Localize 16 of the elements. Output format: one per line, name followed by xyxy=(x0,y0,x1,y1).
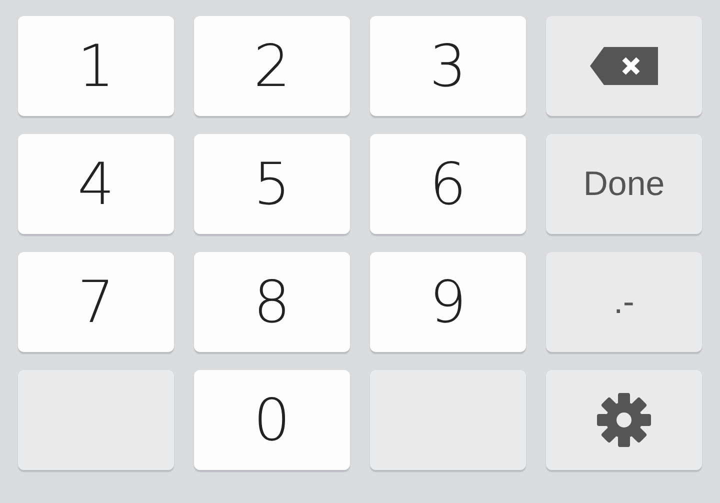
digit-key[interactable]: 4 xyxy=(18,134,174,234)
digit-key[interactable]: 3 xyxy=(370,16,526,116)
done-key[interactable]: Done xyxy=(546,134,702,234)
digit-key[interactable]: 9 xyxy=(370,252,526,352)
digit-key[interactable]: 6 xyxy=(370,134,526,234)
settings-key[interactable] xyxy=(546,370,702,470)
digit-key[interactable]: 5 xyxy=(194,134,350,234)
digit-key[interactable]: 8 xyxy=(194,252,350,352)
symbol-key[interactable]: .- xyxy=(546,252,702,352)
digit-key[interactable]: 1 xyxy=(18,16,174,116)
digit-key[interactable]: 0 xyxy=(194,370,350,470)
backspace-icon xyxy=(590,47,658,85)
settings-icon xyxy=(597,393,651,447)
digit-key[interactable]: 2 xyxy=(194,16,350,116)
backspace-key[interactable] xyxy=(546,16,702,116)
digit-key[interactable]: 7 xyxy=(18,252,174,352)
